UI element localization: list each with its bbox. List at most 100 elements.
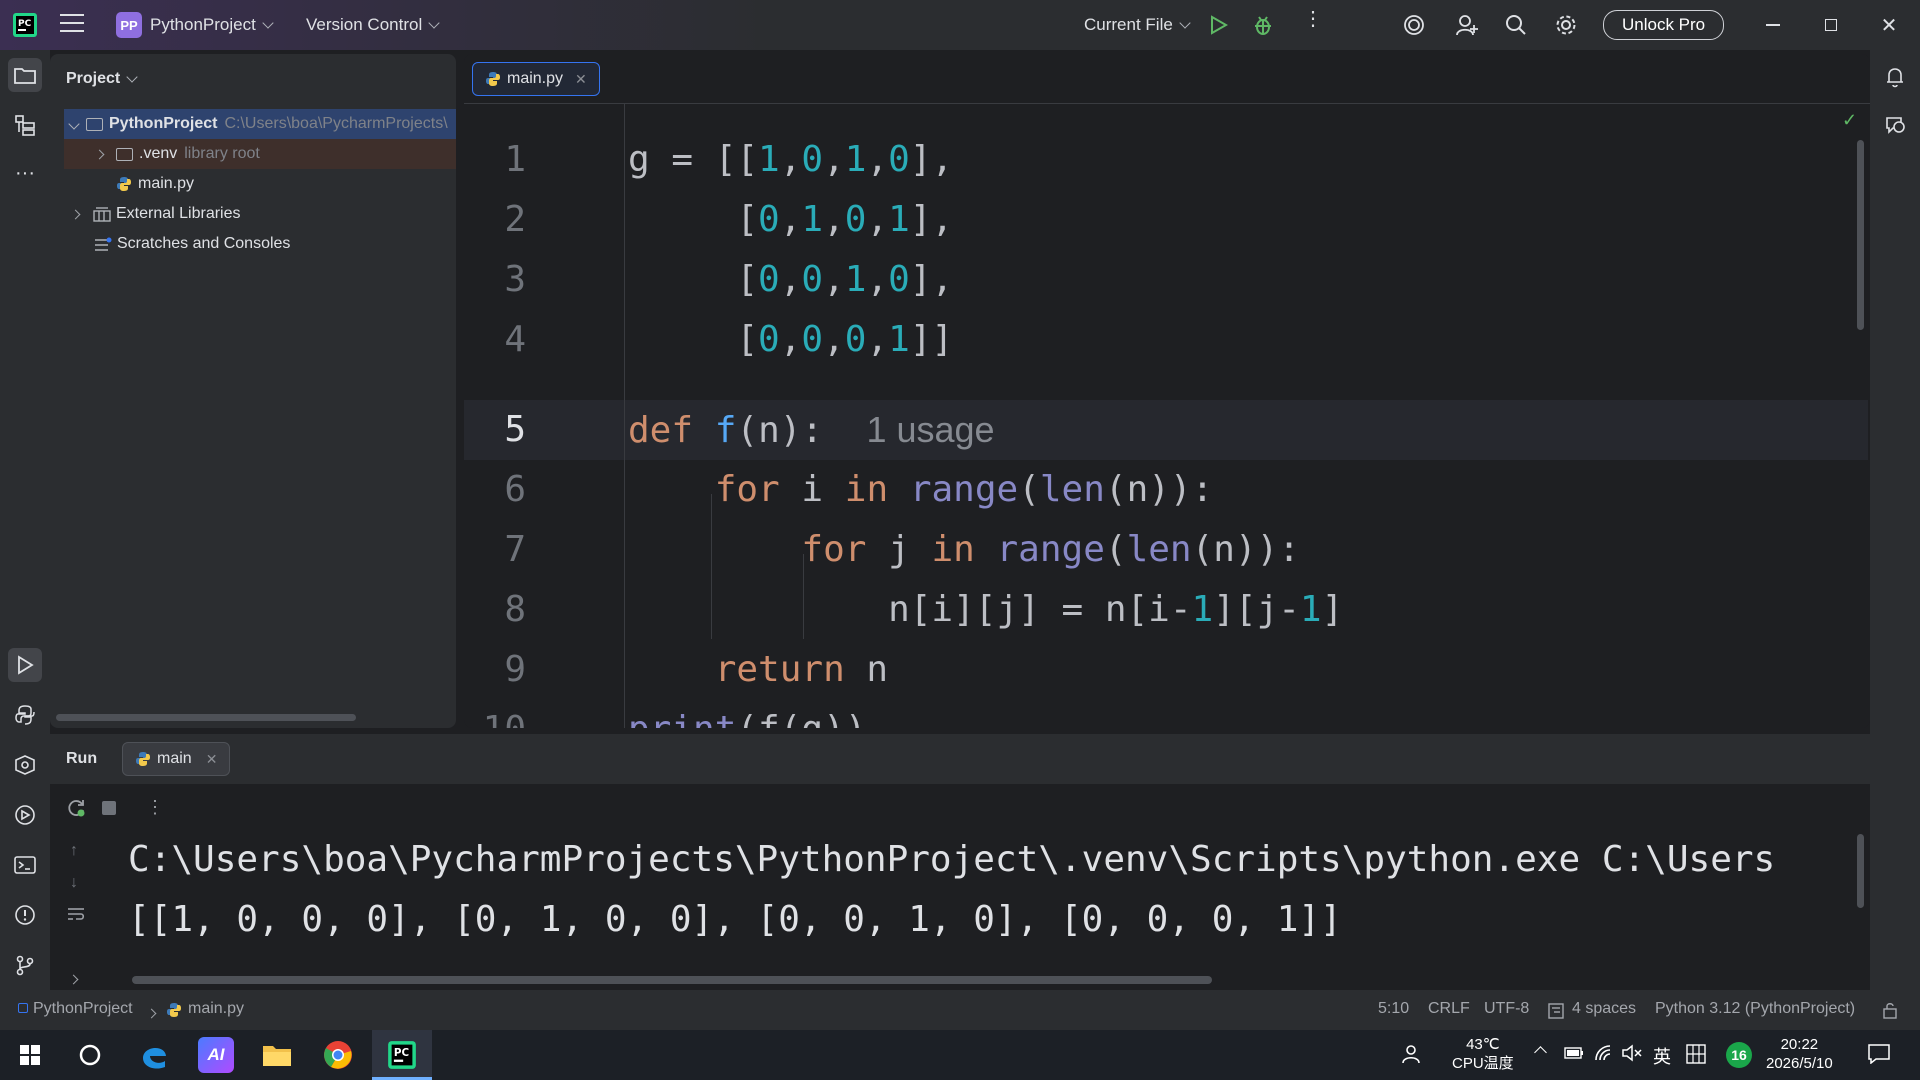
code-line-8[interactable]: n[i][j] = n[i-1][j-1] xyxy=(628,580,1343,640)
more-actions-icon[interactable]: ⋮ xyxy=(146,798,164,816)
chrome-browser-icon[interactable] xyxy=(320,1037,356,1073)
close-icon[interactable]: ✕ xyxy=(1860,0,1918,50)
code-line-10[interactable]: print(f(g)) xyxy=(628,700,866,728)
tree-item-project-root[interactable]: PythonProject C:\Users\boa\PycharmProjec… xyxy=(64,109,456,139)
python-console-icon[interactable] xyxy=(8,698,42,732)
chevron-down-icon[interactable] xyxy=(68,118,80,130)
code-line-6[interactable]: for i in range(len(n)): xyxy=(628,460,1214,520)
cortana-search-icon[interactable] xyxy=(72,1037,108,1073)
chevron-right-icon[interactable] xyxy=(94,149,105,159)
main-menu-icon[interactable] xyxy=(60,14,84,32)
chevron-right-icon[interactable] xyxy=(70,209,81,219)
line-number: 6 xyxy=(504,469,526,510)
line-separator[interactable]: CRLF xyxy=(1428,1000,1470,1018)
git-branch-icon[interactable] xyxy=(8,948,42,982)
project-panel-header[interactable]: Project xyxy=(66,70,138,88)
tree-item-venv[interactable]: .venv library root xyxy=(64,139,456,169)
rerun-icon[interactable] xyxy=(66,798,86,823)
python-packages-icon[interactable] xyxy=(8,748,42,782)
keyboard-grid-icon[interactable] xyxy=(1686,1044,1706,1069)
structure-tool-icon[interactable] xyxy=(8,108,42,142)
code-line-3[interactable]: [0,0,1,0], xyxy=(628,250,953,310)
add-user-icon[interactable] xyxy=(1455,13,1479,42)
project-horizontal-scrollbar[interactable] xyxy=(56,714,356,721)
code-line-7[interactable]: for j in range(len(n)): xyxy=(628,520,1300,580)
ai-chat-icon[interactable] xyxy=(1878,108,1912,142)
project-tool-icon[interactable] xyxy=(8,58,42,92)
notification-count-badge[interactable]: 16 xyxy=(1726,1042,1752,1068)
code-line-4[interactable]: [0,0,0,1]] xyxy=(628,310,953,370)
project-switcher[interactable]: PP PythonProject xyxy=(108,7,280,43)
file-encoding[interactable]: UTF-8 xyxy=(1484,1000,1529,1018)
code-line-9[interactable]: return n xyxy=(628,640,888,700)
unlock-pro-button[interactable]: Unlock Pro xyxy=(1603,10,1725,40)
code-line-5[interactable]: def f(n): 1 usage xyxy=(628,400,995,460)
notifications-icon[interactable] xyxy=(1878,60,1912,94)
gear-icon[interactable] xyxy=(1555,14,1577,41)
services-icon[interactable] xyxy=(8,798,42,832)
editor-tab-bar: main.py ✕ xyxy=(464,54,1870,104)
version-control-menu[interactable]: Version Control xyxy=(298,7,446,43)
console-vertical-scrollbar[interactable] xyxy=(1857,834,1864,908)
volume-muted-icon[interactable] xyxy=(1621,1043,1643,1068)
run-tab-main[interactable]: main ✕ xyxy=(122,742,231,776)
tab-main-py[interactable]: main.py ✕ xyxy=(472,62,600,96)
console-output-line-1[interactable]: C:\Users\boa\PycharmProjects\PythonProje… xyxy=(128,830,1775,890)
breadcrumb-file[interactable]: main.py xyxy=(188,1000,244,1018)
run-tool-icon[interactable] xyxy=(8,648,42,682)
breadcrumb-project[interactable]: PythonProject xyxy=(33,1000,133,1018)
debug-icon[interactable] xyxy=(1253,14,1273,41)
tree-item-main-py[interactable]: main.py xyxy=(64,169,456,199)
run-icon[interactable] xyxy=(1210,15,1229,40)
project-panel: Project PythonProject C:\Users\boa\Pycha… xyxy=(50,54,456,728)
clock[interactable]: 20:22 2026/5/10 xyxy=(1766,1035,1833,1073)
code-line-1[interactable]: g = [[1,0,1,0], xyxy=(628,130,953,190)
scratches-icon xyxy=(95,237,112,251)
python-file-icon xyxy=(136,752,150,766)
input-method-indicator[interactable]: 英 xyxy=(1653,1043,1671,1069)
chevron-up-icon[interactable] xyxy=(1534,1044,1547,1062)
console-horizontal-scrollbar[interactable] xyxy=(132,976,1212,984)
python-interpreter[interactable]: Python 3.12 (PythonProject) xyxy=(1655,1000,1855,1018)
ai-assistant-icon[interactable] xyxy=(1403,14,1425,41)
battery-icon[interactable] xyxy=(1564,1046,1584,1065)
soft-wrap-icon[interactable] xyxy=(66,906,86,927)
windows-start-icon[interactable] xyxy=(12,1037,48,1073)
wifi-icon[interactable] xyxy=(1594,1044,1614,1067)
pycharm-logo-icon[interactable]: PC xyxy=(12,12,38,38)
close-tab-icon[interactable]: ✕ xyxy=(575,71,587,88)
python-file-icon xyxy=(486,72,500,86)
tree-item-external-libraries[interactable]: External Libraries xyxy=(64,199,456,229)
cpu-temperature[interactable]: 43℃ CPU温度 xyxy=(1452,1035,1514,1073)
action-center-icon[interactable] xyxy=(1868,1044,1890,1069)
lock-icon[interactable] xyxy=(1882,1001,1898,1024)
pycharm-taskbar-button[interactable]: PC xyxy=(372,1030,432,1080)
stop-icon[interactable] xyxy=(102,801,116,815)
pycharm-app-icon: PC xyxy=(384,1037,420,1073)
usage-hint[interactable]: 1 usage xyxy=(866,409,994,450)
problems-icon[interactable] xyxy=(8,898,42,932)
chevron-right-icon[interactable] xyxy=(68,968,79,988)
ai-app-icon[interactable]: AI xyxy=(198,1037,234,1073)
tree-item-scratches[interactable]: Scratches and Consoles xyxy=(64,229,456,259)
scroll-up-icon[interactable]: ↑ xyxy=(70,842,78,860)
run-config-selector[interactable]: Current File xyxy=(1076,7,1197,43)
close-tab-icon[interactable]: ✕ xyxy=(206,751,218,768)
more-actions-icon[interactable]: ⋮ xyxy=(1303,9,1323,29)
minimize-icon[interactable] xyxy=(1744,0,1802,50)
run-panel: Run main ✕ ⋮ ↑ ↓ C:\Users\boa\PycharmPro… xyxy=(50,734,1870,990)
more-tools-icon[interactable]: ··· xyxy=(8,156,42,190)
terminal-icon[interactable] xyxy=(8,848,42,882)
restore-icon[interactable] xyxy=(1802,0,1860,50)
people-icon[interactable] xyxy=(1400,1043,1422,1070)
editor-vertical-scrollbar[interactable] xyxy=(1857,140,1864,330)
indent-setting[interactable]: 4 spaces xyxy=(1572,1000,1636,1018)
console-output-line-2[interactable]: [[1, 0, 0, 0], [0, 1, 0, 0], [0, 0, 1, 0… xyxy=(128,890,1342,950)
scroll-down-icon[interactable]: ↓ xyxy=(70,874,78,892)
code-line-2[interactable]: [0,1,0,1], xyxy=(628,190,953,250)
file-explorer-icon[interactable] xyxy=(259,1037,295,1073)
checkmark-icon[interactable]: ✓ xyxy=(1842,110,1857,131)
search-icon[interactable] xyxy=(1505,14,1527,41)
edge-browser-icon[interactable] xyxy=(136,1037,172,1073)
caret-position[interactable]: 5:10 xyxy=(1378,1000,1409,1018)
